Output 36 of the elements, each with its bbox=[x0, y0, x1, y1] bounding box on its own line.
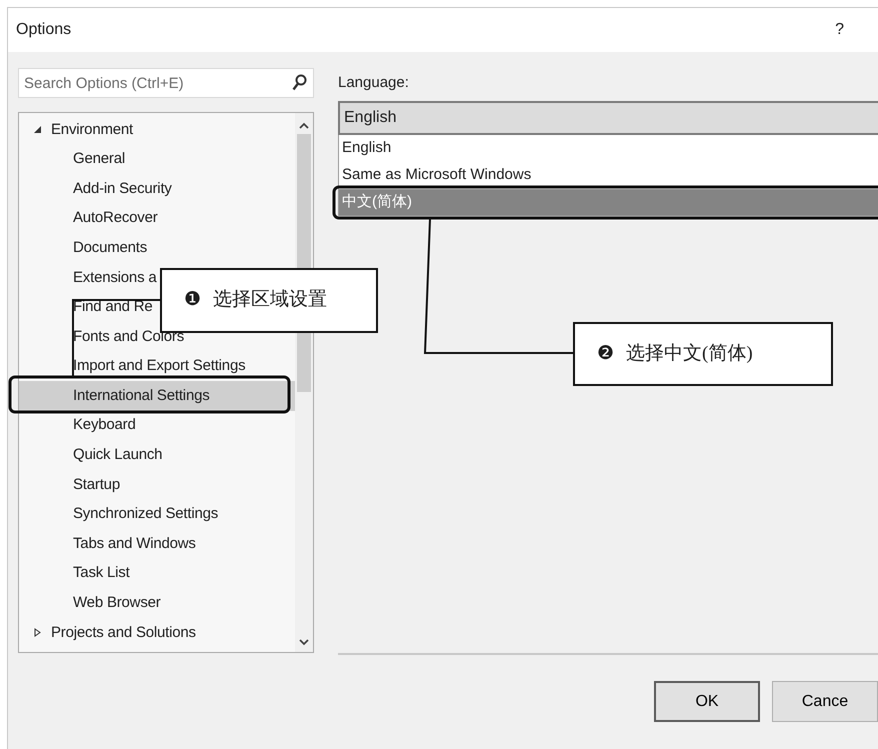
scroll-down-icon[interactable] bbox=[299, 638, 309, 646]
tree-item[interactable]: Add-in Security bbox=[73, 178, 172, 200]
window-title: Options bbox=[16, 20, 72, 40]
ok-button[interactable]: OK bbox=[654, 681, 760, 722]
tree-item[interactable]: AutoRecover bbox=[73, 207, 158, 230]
tree-item[interactable]: Task List bbox=[73, 562, 130, 585]
tree-item[interactable]: Web Browser bbox=[73, 592, 161, 615]
tree-item[interactable]: Import and Export Settings bbox=[73, 355, 246, 378]
language-label: Language: bbox=[338, 73, 410, 93]
step-number: ❶ bbox=[184, 288, 201, 312]
tree-item[interactable]: Projects and Solutions bbox=[51, 622, 196, 644]
scroll-up-icon[interactable] bbox=[299, 122, 309, 130]
tree-item[interactable]: Fonts and Colors bbox=[73, 326, 184, 348]
dropdown-option[interactable]: 中文(简体) bbox=[339, 188, 878, 216]
step-number: ❷ bbox=[597, 342, 614, 366]
dropdown-value: English bbox=[344, 108, 396, 128]
expanded-arrow-icon[interactable] bbox=[33, 125, 42, 134]
tree-item[interactable]: Documents bbox=[73, 236, 148, 260]
tree-item[interactable]: Synchronized Settings bbox=[73, 503, 218, 526]
language-dropdown[interactable]: English bbox=[338, 100, 878, 134]
help-button[interactable]: ? bbox=[835, 18, 844, 42]
tree-item[interactable]: Extensions a bbox=[73, 266, 156, 290]
callout-text: 选择区域设置 bbox=[213, 288, 327, 312]
tree-item[interactable]: Keyboard bbox=[73, 414, 136, 437]
cancel-button[interactable]: Cance bbox=[772, 681, 878, 722]
callout-text: 选择中文(简体) bbox=[626, 342, 753, 366]
tree-item[interactable]: Quick Launch bbox=[73, 444, 162, 467]
tree-item[interactable]: Tabs and Windows bbox=[73, 532, 196, 556]
tree-item[interactable]: General bbox=[73, 148, 125, 171]
dropdown-option[interactable]: Same as Microsoft Windows bbox=[339, 162, 878, 188]
tree-item[interactable]: Startup bbox=[73, 474, 120, 496]
tree-item[interactable]: Environment bbox=[51, 118, 134, 142]
search-icon bbox=[292, 74, 307, 91]
collapsed-arrow-icon[interactable] bbox=[33, 628, 42, 638]
search-field[interactable]: Search Options (Ctrl+E) bbox=[18, 68, 314, 98]
dropdown-option[interactable]: English bbox=[339, 134, 878, 162]
